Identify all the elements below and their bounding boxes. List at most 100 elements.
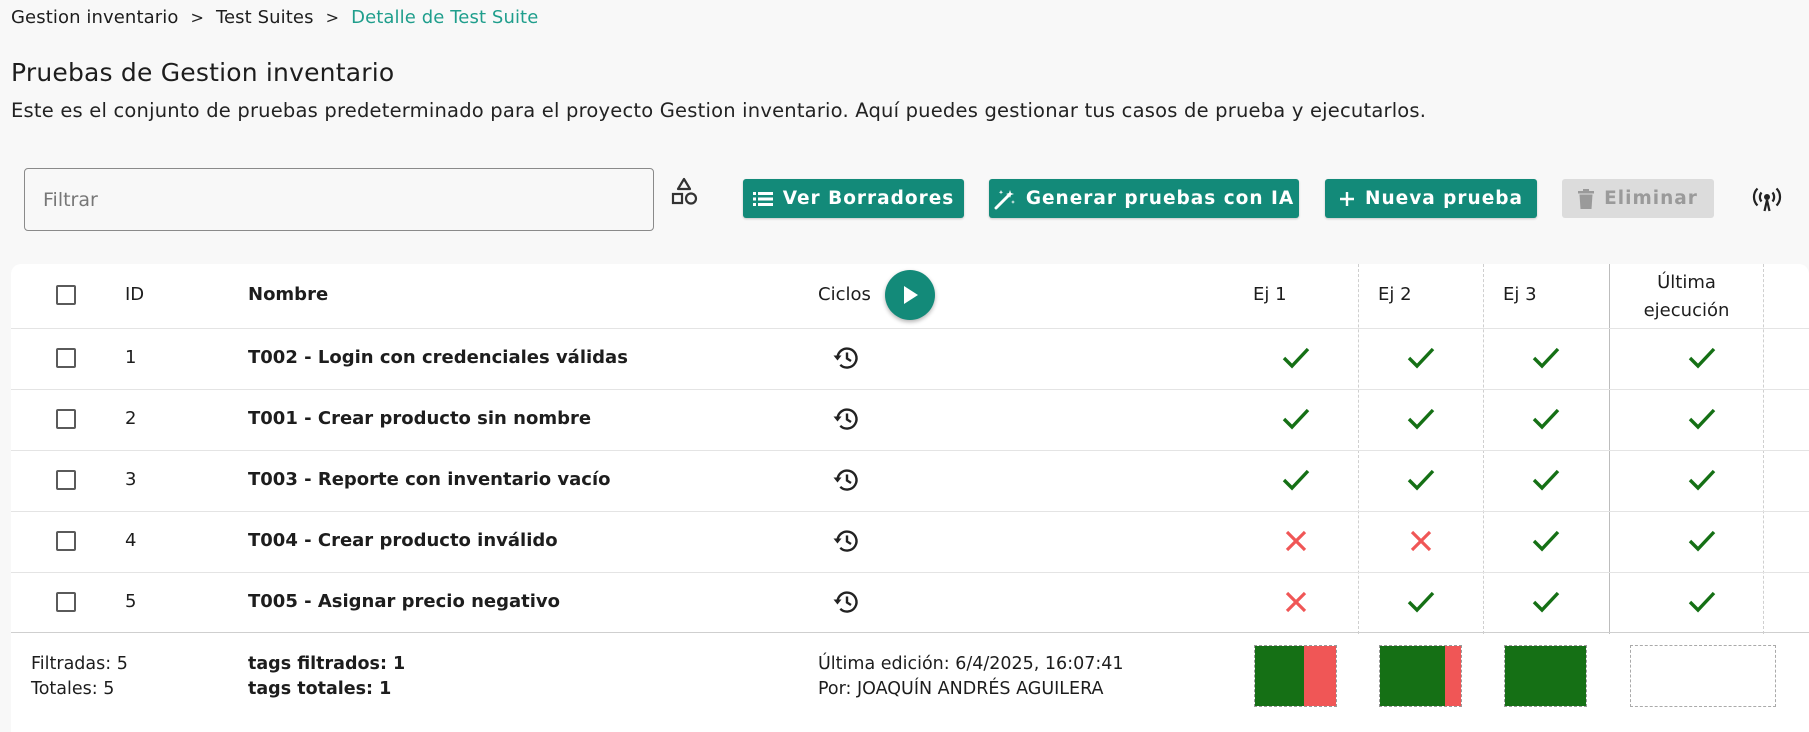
page-title: Pruebas de Gestion inventario: [11, 58, 395, 87]
filtered-count: Filtradas: 5: [31, 654, 128, 674]
check-icon: [1532, 469, 1560, 491]
check-icon: [1532, 347, 1560, 369]
row-divider: [11, 389, 1809, 390]
last-run-summary-bar: [1630, 645, 1776, 707]
fail-segment: [1303, 646, 1336, 706]
row-test-name[interactable]: T004 - Crear producto inválido: [248, 530, 558, 551]
fail-segment: [1444, 646, 1461, 706]
breadcrumb-current: Detalle de Test Suite: [351, 7, 539, 28]
trash-icon: [1578, 188, 1595, 209]
footer-counts: Filtradas: 5 Totales: 5: [31, 652, 128, 702]
history-icon[interactable]: [831, 343, 861, 373]
breadcrumb-item-project[interactable]: Gestion inventario: [11, 7, 178, 28]
run-2-summary-bar: [1379, 645, 1462, 707]
last-edit-date: Última edición: 6/4/2025, 16:07:41: [818, 654, 1124, 674]
row-id: 4: [125, 530, 137, 551]
check-icon: [1532, 591, 1560, 613]
header-id: ID: [125, 284, 145, 305]
tags-total: tags totales: 1: [248, 679, 392, 699]
pass-segment: [1255, 646, 1304, 706]
run-3-summary-bar: [1504, 645, 1587, 707]
breadcrumb-separator: >: [190, 8, 204, 27]
check-icon: [1407, 469, 1435, 491]
footer-tags: tags filtrados: 1 tags totales: 1: [248, 652, 405, 702]
history-icon[interactable]: [831, 404, 861, 434]
history-icon[interactable]: [831, 526, 861, 556]
row-id: 1: [125, 347, 137, 368]
breadcrumb: Gestion inventario > Test Suites > Detal…: [11, 7, 538, 28]
check-icon: [1688, 408, 1716, 430]
run-all-button[interactable]: [885, 270, 935, 320]
breadcrumb-separator: >: [325, 8, 340, 27]
page-description: Este es el conjunto de pruebas predeterm…: [11, 99, 1427, 122]
new-test-button[interactable]: Nueva prueba: [1325, 179, 1537, 218]
check-icon: [1407, 408, 1435, 430]
check-icon: [1688, 469, 1716, 491]
pass-segment: [1505, 646, 1586, 706]
row-divider: [11, 328, 1809, 329]
delete-label: Eliminar: [1604, 188, 1698, 209]
row-divider: [11, 572, 1809, 573]
header-name: Nombre: [248, 284, 329, 305]
row-checkbox[interactable]: [56, 470, 76, 490]
tests-table: ID Nombre Ciclos Ej 1 Ej 2 Ej 3 Última e…: [11, 264, 1809, 732]
history-icon[interactable]: [831, 465, 861, 495]
header-run-2: Ej 2: [1378, 284, 1412, 305]
row-checkbox[interactable]: [56, 592, 76, 612]
check-icon: [1532, 530, 1560, 552]
header-cycles: Ciclos: [818, 284, 871, 305]
tags-filtered: tags filtrados: 1: [248, 654, 406, 674]
row-test-name[interactable]: T001 - Crear producto sin nombre: [248, 408, 591, 429]
check-icon: [1407, 347, 1435, 369]
play-icon: [904, 286, 918, 304]
cross-icon: [1410, 530, 1432, 552]
cross-icon: [1285, 530, 1307, 552]
row-divider: [11, 511, 1809, 512]
check-icon: [1282, 347, 1310, 369]
check-icon: [1688, 591, 1716, 613]
filter-input[interactable]: [24, 168, 654, 231]
row-checkbox[interactable]: [56, 348, 76, 368]
row-test-name[interactable]: T003 - Reporte con inventario vacío: [248, 469, 611, 490]
header-run-1: Ej 1: [1253, 284, 1287, 305]
row-test-name[interactable]: T005 - Asignar precio negativo: [248, 591, 560, 612]
check-icon: [1282, 408, 1310, 430]
cross-icon: [1285, 591, 1307, 613]
generate-ai-label: Generar pruebas con IA: [1025, 188, 1295, 209]
header-last-run: Última ejecución: [1610, 269, 1763, 325]
row-test-name[interactable]: T002 - Login con credenciales válidas: [248, 347, 628, 368]
pass-segment: [1380, 646, 1445, 706]
delete-button[interactable]: Eliminar: [1562, 179, 1714, 218]
select-all-checkbox[interactable]: [56, 285, 76, 305]
check-icon: [1688, 530, 1716, 552]
run-1-summary-bar: [1254, 645, 1337, 707]
magic-wand-icon: [994, 189, 1015, 209]
generate-ai-button[interactable]: Generar pruebas con IA: [989, 179, 1299, 218]
header-run-3: Ej 3: [1503, 284, 1537, 305]
total-count: Totales: 5: [31, 679, 115, 699]
header-last-run-line1: Última: [1657, 272, 1716, 293]
row-id: 3: [125, 469, 137, 490]
row-checkbox[interactable]: [56, 409, 76, 429]
shapes-icon[interactable]: [668, 176, 700, 208]
row-checkbox[interactable]: [56, 531, 76, 551]
check-icon: [1407, 591, 1435, 613]
check-icon: [1282, 469, 1310, 491]
row-divider: [11, 450, 1809, 451]
column-divider: [1763, 264, 1764, 634]
history-icon[interactable]: [831, 587, 861, 617]
view-drafts-button[interactable]: Ver Borradores: [743, 179, 964, 218]
list-icon: [752, 191, 773, 206]
footer-edit-info: Última edición: 6/4/2025, 16:07:41 Por: …: [818, 652, 1124, 702]
row-id: 5: [125, 591, 137, 612]
plus-icon: [1340, 191, 1354, 206]
check-icon: [1688, 347, 1716, 369]
check-icon: [1532, 408, 1560, 430]
column-divider: [1358, 264, 1359, 634]
row-id: 2: [125, 408, 137, 429]
last-edit-author: Por: JOAQUÍN ANDRÉS AGUILERA: [818, 679, 1104, 699]
breadcrumb-item-test-suites[interactable]: Test Suites: [216, 7, 314, 28]
header-last-run-line2: ejecución: [1643, 300, 1730, 321]
new-test-label: Nueva prueba: [1365, 188, 1523, 209]
broadcast-icon[interactable]: [1752, 184, 1782, 214]
